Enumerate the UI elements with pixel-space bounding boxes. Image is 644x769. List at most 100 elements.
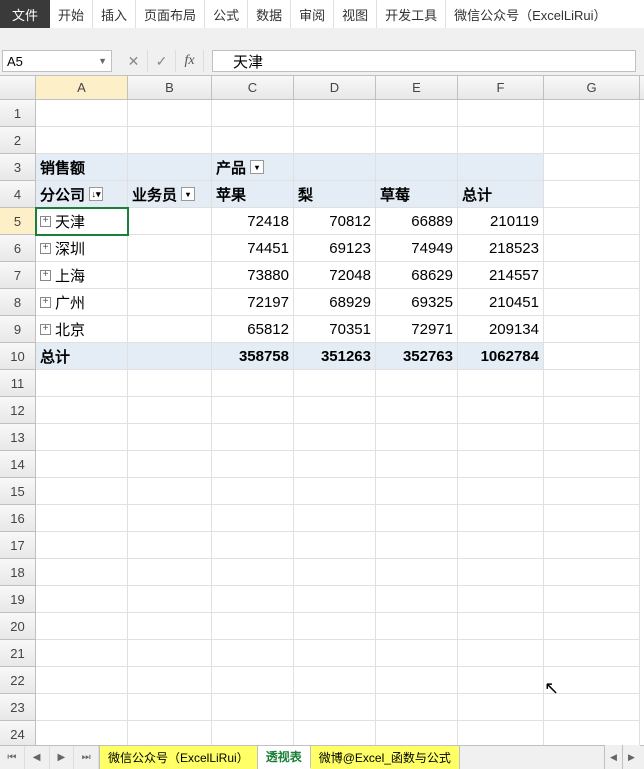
row-header-2[interactable]: 2 (0, 127, 36, 154)
cell-C9[interactable]: 65812 (212, 316, 294, 343)
cell-E7[interactable]: 68629 (376, 262, 458, 289)
row-header-20[interactable]: 20 (0, 613, 36, 640)
cell-B4[interactable]: 业务员▾ (128, 181, 212, 208)
cell-A18[interactable] (36, 559, 128, 586)
row-header-15[interactable]: 15 (0, 478, 36, 505)
hscroll[interactable]: ◀▶ (604, 745, 644, 769)
cell-G21[interactable] (544, 640, 640, 667)
cell-G4[interactable] (544, 181, 640, 208)
cell-F5[interactable]: 210119 (458, 208, 544, 235)
cell-C10[interactable]: 358758 (212, 343, 294, 370)
cell-B19[interactable] (128, 586, 212, 613)
cell-E2[interactable] (376, 127, 458, 154)
cell-C24[interactable] (212, 721, 294, 748)
cell-G16[interactable] (544, 505, 640, 532)
cell-E6[interactable]: 74949 (376, 235, 458, 262)
filter-icon[interactable]: ▾ (250, 160, 264, 174)
cell-A22[interactable] (36, 667, 128, 694)
col-header-A[interactable]: A (36, 76, 128, 99)
cell-B13[interactable] (128, 424, 212, 451)
cell-A14[interactable] (36, 451, 128, 478)
cell-E22[interactable] (376, 667, 458, 694)
cell-F1[interactable] (458, 100, 544, 127)
cell-E5[interactable]: 66889 (376, 208, 458, 235)
cell-A10[interactable]: 总计 (36, 343, 128, 370)
cell-A11[interactable] (36, 370, 128, 397)
confirm-icon[interactable]: ✓ (148, 50, 176, 72)
cell-F20[interactable] (458, 613, 544, 640)
cell-F2[interactable] (458, 127, 544, 154)
menu-home[interactable]: 开始 (50, 0, 93, 28)
cell-F3[interactable] (458, 154, 544, 181)
row-header-17[interactable]: 17 (0, 532, 36, 559)
cell-E9[interactable]: 72971 (376, 316, 458, 343)
cell-E12[interactable] (376, 397, 458, 424)
cell-B16[interactable] (128, 505, 212, 532)
expand-icon[interactable]: + (40, 297, 51, 308)
formula-input[interactable]: 天津 (212, 50, 636, 72)
cell-G1[interactable] (544, 100, 640, 127)
cell-A17[interactable] (36, 532, 128, 559)
col-header-D[interactable]: D (294, 76, 376, 99)
cell-B12[interactable] (128, 397, 212, 424)
cell-B15[interactable] (128, 478, 212, 505)
cell-D21[interactable] (294, 640, 376, 667)
cell-G7[interactable] (544, 262, 640, 289)
cell-E20[interactable] (376, 613, 458, 640)
row-header-10[interactable]: 10 (0, 343, 36, 370)
row-header-3[interactable]: 3 (0, 154, 36, 181)
cell-G17[interactable] (544, 532, 640, 559)
cell-C19[interactable] (212, 586, 294, 613)
menu-formula[interactable]: 公式 (205, 0, 248, 28)
tab-first-icon[interactable]: ⏮ (0, 746, 25, 769)
menu-insert[interactable]: 插入 (93, 0, 136, 28)
cell-B7[interactable] (128, 262, 212, 289)
sheet-tab-weibo[interactable]: 微博@Excel_函数与公式 (311, 746, 460, 769)
cell-B24[interactable] (128, 721, 212, 748)
cell-F13[interactable] (458, 424, 544, 451)
cell-C15[interactable] (212, 478, 294, 505)
cell-F7[interactable]: 214557 (458, 262, 544, 289)
row-header-23[interactable]: 23 (0, 694, 36, 721)
cell-A23[interactable] (36, 694, 128, 721)
row-header-12[interactable]: 12 (0, 397, 36, 424)
cell-C20[interactable] (212, 613, 294, 640)
cell-B11[interactable] (128, 370, 212, 397)
menu-review[interactable]: 审阅 (291, 0, 334, 28)
cell-C1[interactable] (212, 100, 294, 127)
tab-next-icon[interactable]: ▶ (50, 746, 75, 769)
cell-F8[interactable]: 210451 (458, 289, 544, 316)
cell-F16[interactable] (458, 505, 544, 532)
cell-B10[interactable] (128, 343, 212, 370)
cell-B3[interactable] (128, 154, 212, 181)
cell-C3[interactable]: 产品▾ (212, 154, 294, 181)
select-all-corner[interactable] (0, 76, 36, 99)
cell-D8[interactable]: 68929 (294, 289, 376, 316)
cell-B23[interactable] (128, 694, 212, 721)
cell-A3[interactable]: 销售额 (36, 154, 128, 181)
cell-F21[interactable] (458, 640, 544, 667)
row-header-21[interactable]: 21 (0, 640, 36, 667)
cell-B1[interactable] (128, 100, 212, 127)
menu-data[interactable]: 数据 (248, 0, 291, 28)
cell-G8[interactable] (544, 289, 640, 316)
cell-D23[interactable] (294, 694, 376, 721)
cell-F14[interactable] (458, 451, 544, 478)
cell-D10[interactable]: 351263 (294, 343, 376, 370)
cell-A20[interactable] (36, 613, 128, 640)
cell-F11[interactable] (458, 370, 544, 397)
cell-E17[interactable] (376, 532, 458, 559)
cell-E4[interactable]: 草莓 (376, 181, 458, 208)
cell-B6[interactable] (128, 235, 212, 262)
cell-D22[interactable] (294, 667, 376, 694)
cell-G20[interactable] (544, 613, 640, 640)
cell-D7[interactable]: 72048 (294, 262, 376, 289)
cell-F18[interactable] (458, 559, 544, 586)
cell-F9[interactable]: 209134 (458, 316, 544, 343)
cell-A15[interactable] (36, 478, 128, 505)
cell-E11[interactable] (376, 370, 458, 397)
row-header-5[interactable]: 5 (0, 208, 36, 235)
expand-icon[interactable]: + (40, 324, 51, 335)
menu-wechat[interactable]: 微信公众号（ExcelLiRui） (446, 0, 614, 28)
row-header-14[interactable]: 14 (0, 451, 36, 478)
